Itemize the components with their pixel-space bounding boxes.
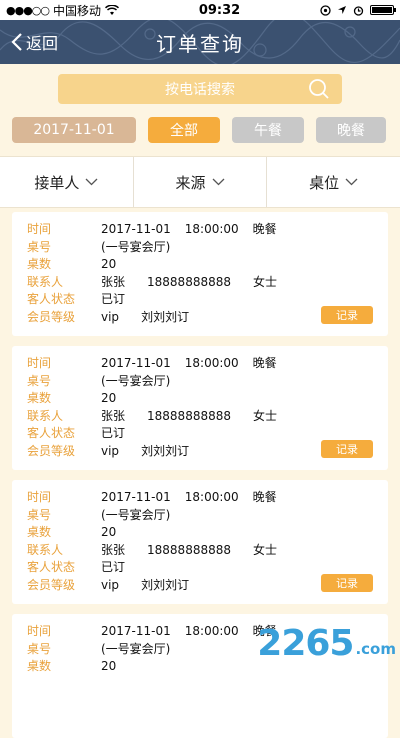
order-meal: 晚餐 [252, 356, 277, 370]
filter-all-button[interactable]: 全部 [148, 117, 220, 143]
order-level: vip [101, 577, 120, 592]
order-count: 20 [101, 257, 117, 271]
order-title: 女士 [253, 274, 278, 289]
record-button[interactable]: 记录 [321, 306, 373, 324]
battery-icon [370, 5, 396, 15]
order-card[interactable]: 时间 2017-11-01 18:00:00 晚餐 桌号 (一号宴会厅) 桌数 20 联系… [12, 480, 388, 604]
order-contact: 张张 [101, 274, 126, 289]
date-filter-button[interactable]: 2017-11-01 [12, 117, 136, 143]
contact-label: 联系人 [27, 542, 64, 557]
guest-status-label: 客人状态 [27, 560, 76, 574]
chevron-down-icon [85, 178, 98, 186]
dropdown-bar: 接单人 来源 桌位 [0, 156, 400, 208]
order-date: 2017-11-01 [101, 222, 171, 236]
order-count: 20 [101, 525, 117, 539]
filter-lunch-button[interactable]: 午餐 [232, 117, 304, 143]
dropdown-source[interactable]: 来源 [134, 157, 268, 207]
table-count-label: 桌数 [27, 391, 52, 405]
order-contact: 张张 [101, 408, 126, 423]
status-bar: ●●●○○ 中国移动 09:32 [0, 0, 400, 20]
order-meal: 晚餐 [252, 490, 277, 504]
order-level: vip [101, 309, 120, 324]
time-label: 时间 [27, 490, 52, 504]
site-watermark: 2265 .com [257, 626, 396, 662]
chevron-down-icon [345, 178, 358, 186]
order-phone: 18888888888 [147, 542, 231, 557]
order-clock: 18:00:00 [184, 490, 239, 504]
order-table: (一号宴会厅) [101, 507, 171, 522]
order-card[interactable]: 时间 2017-11-01 18:00:00 晚餐 桌号 (一号宴会厅) 桌数 20 联系… [12, 212, 388, 336]
navbar: 返回 订单查询 [0, 20, 400, 64]
order-title: 女士 [253, 542, 278, 557]
order-clock: 18:00:00 [184, 624, 239, 638]
member-level-label: 会员等级 [27, 577, 76, 592]
guest-status-label: 客人状态 [27, 426, 76, 440]
record-button[interactable]: 记录 [321, 440, 373, 458]
back-button[interactable]: 返回 [10, 20, 58, 64]
order-level: vip [101, 443, 120, 458]
time-label: 时间 [27, 222, 52, 236]
guest-status-label: 客人状态 [27, 292, 76, 306]
order-booker: 刘刘刘订 [141, 443, 190, 458]
time-label: 时间 [27, 624, 52, 638]
record-button[interactable]: 记录 [321, 574, 373, 592]
alarm-icon [353, 5, 364, 16]
order-card[interactable]: 时间 2017-11-01 18:00:00 晚餐 桌号 (一号宴会厅) 桌数 20 联系… [12, 346, 388, 470]
location-icon [320, 4, 331, 16]
order-count: 20 [101, 391, 117, 405]
chevron-left-icon [11, 33, 22, 51]
order-date: 2017-11-01 [101, 356, 171, 370]
watermark-number: 2265 [257, 623, 354, 664]
order-contact: 张张 [101, 542, 126, 557]
order-status: 已订 [101, 560, 126, 574]
table-no-label: 桌号 [27, 239, 52, 254]
carrier-label: 中国移动 [53, 3, 102, 18]
order-table: (一号宴会厅) [101, 641, 171, 656]
search-icon[interactable] [308, 78, 330, 100]
page-title: 订单查询 [156, 31, 244, 56]
dropdown-source-label: 来源 [175, 173, 206, 192]
back-label: 返回 [26, 34, 59, 53]
dropdown-receiver-label: 接单人 [34, 173, 80, 192]
order-meal: 晚餐 [252, 222, 277, 236]
arrow-icon [338, 6, 346, 14]
order-title: 女士 [253, 408, 278, 423]
signal-icon: ●●●○○ [6, 3, 50, 17]
table-count-label: 桌数 [27, 257, 52, 271]
table-no-label: 桌号 [27, 641, 52, 656]
order-status: 已订 [101, 426, 126, 440]
member-level-label: 会员等级 [27, 309, 76, 324]
order-booker: 刘刘刘订 [141, 577, 190, 592]
table-no-label: 桌号 [27, 507, 52, 522]
time-label: 时间 [27, 356, 52, 370]
order-date: 2017-11-01 [101, 490, 171, 504]
watermark-suffix: .com [355, 640, 396, 658]
filter-dinner-button[interactable]: 晚餐 [316, 117, 386, 143]
dropdown-table[interactable]: 桌位 [267, 157, 400, 207]
order-count: 20 [101, 659, 117, 673]
clock-label: 09:32 [198, 2, 241, 18]
chevron-down-icon [212, 178, 224, 186]
contact-label: 联系人 [27, 408, 64, 423]
table-no-label: 桌号 [27, 373, 52, 388]
table-count-label: 桌数 [27, 525, 52, 539]
member-level-label: 会员等级 [27, 443, 76, 458]
order-phone: 18888888888 [147, 274, 231, 289]
order-table: (一号宴会厅) [101, 239, 171, 254]
table-count-label: 桌数 [27, 659, 52, 673]
order-status: 已订 [101, 292, 126, 306]
contact-label: 联系人 [27, 274, 64, 289]
order-phone: 18888888888 [147, 408, 231, 423]
search-placeholder: 按电话搜索 [165, 82, 235, 98]
order-table: (一号宴会厅) [101, 373, 171, 388]
phone-search-bar[interactable]: 按电话搜索 [58, 74, 342, 104]
wifi-icon [105, 4, 120, 15]
dropdown-table-label: 桌位 [309, 173, 340, 192]
order-clock: 18:00:00 [184, 356, 239, 370]
dropdown-receiver[interactable]: 接单人 [0, 157, 134, 207]
order-booker: 刘刘刘订 [141, 309, 190, 324]
order-date: 2017-11-01 [101, 624, 171, 638]
order-clock: 18:00:00 [184, 222, 239, 236]
